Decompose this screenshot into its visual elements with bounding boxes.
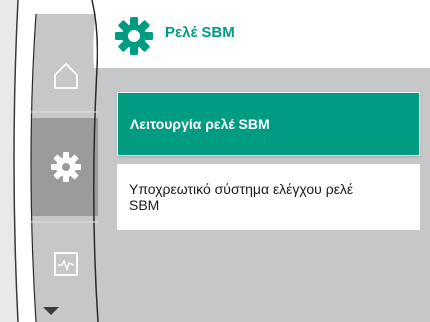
menu-item-label: Υποχρεωτικό σύστημα ελέγχου ρελέ SBM (129, 181, 354, 213)
gear-icon (51, 152, 81, 182)
monitor-icon (54, 252, 78, 276)
page-title: Ρελέ SBM (165, 24, 235, 41)
menu-item-sbm-relay-forced-control[interactable]: Υποχρεωτικό σύστημα ελέγχου ρελέ SBM (117, 164, 420, 230)
home-icon (54, 63, 78, 89)
gear-icon (115, 17, 153, 55)
sidebar-item-settings[interactable] (36, 118, 96, 216)
menu-item-sbm-relay-function[interactable]: Λειτουργία ρελέ SBM (117, 92, 420, 156)
sidebar-item-home[interactable] (36, 40, 96, 112)
sidebar-item-monitoring[interactable] (36, 228, 96, 300)
chevron-down-icon[interactable] (40, 304, 62, 318)
menu-item-label: Λειτουργία ρελέ SBM (130, 116, 270, 132)
